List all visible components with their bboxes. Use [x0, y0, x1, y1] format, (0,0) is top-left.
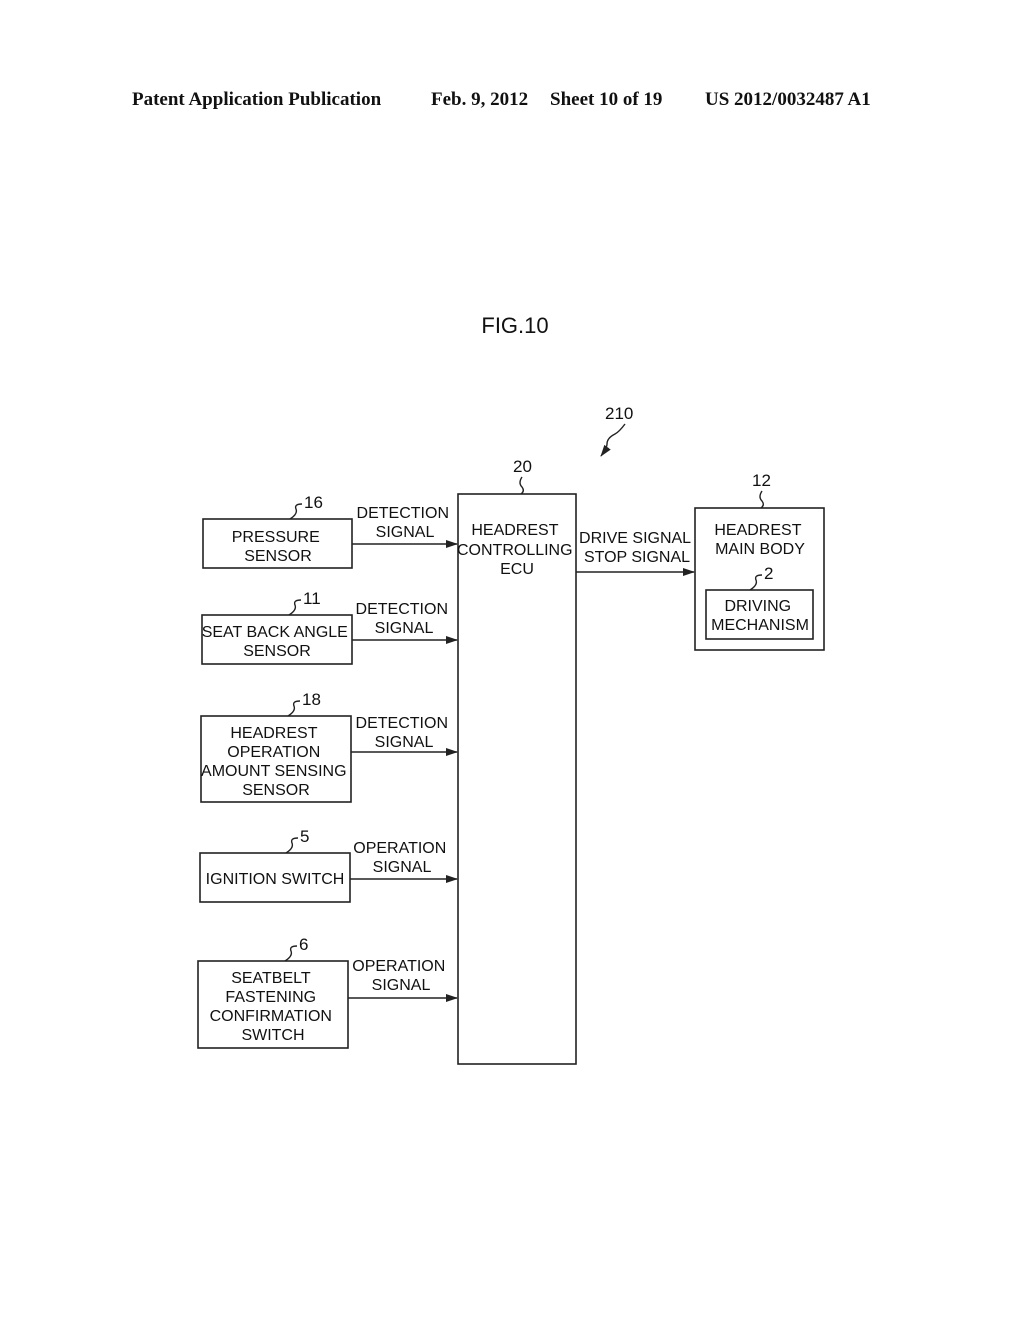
driving-mechanism-label: DRIVING MECHANISM [711, 598, 809, 634]
pressure-sensor-label: PRESSURE SENSOR [232, 529, 324, 565]
ignition-signal-label: OPERATION SIGNAL [353, 840, 451, 876]
headrest-operation-sensor-ref: 18 [302, 690, 321, 709]
ecu-block [457, 493, 577, 1065]
seatbelt-signal-label: OPERATION SIGNAL [352, 958, 450, 994]
headrest-main-body-ref: 12 [752, 471, 771, 490]
headrest-operation-sensor-leader [287, 700, 301, 717]
system-ref-label: 210 [605, 404, 633, 423]
seatbelt-switch-label: SEATBELT FASTENING CONFIRMATION SWITCH [210, 970, 337, 1044]
seat-back-signal-label: DETECTION SIGNAL [356, 601, 453, 637]
seat-back-angle-sensor-label: SEAT BACK ANGLE SENSOR [202, 624, 353, 660]
pressure-signal-label: DETECTION SIGNAL [357, 505, 454, 541]
driving-mechanism-leader [749, 574, 763, 591]
pressure-sensor-leader [289, 503, 303, 520]
seatbelt-switch-ref: 6 [299, 935, 308, 954]
ecu-leader [519, 476, 524, 495]
seat-back-angle-sensor-ref: 11 [303, 589, 321, 608]
headrest-main-body-leader [759, 490, 764, 509]
ignition-switch-leader [285, 837, 299, 854]
pressure-sensor-ref: 16 [304, 493, 323, 512]
ignition-switch-ref: 5 [300, 827, 309, 846]
ecu-label: HEADREST CONTROLLING ECU [457, 522, 577, 578]
ignition-switch-label: IGNITION SWITCH [206, 871, 345, 888]
headrest-operation-sensor-label: HEADREST OPERATION AMOUNT SENSING SENSOR [201, 725, 351, 799]
seat-back-angle-sensor-leader [288, 599, 302, 616]
block-diagram: 210 20 HEADREST CONTROLLING ECU DRIVE SI… [197, 404, 825, 1065]
drive-signal-label: DRIVE SIGNAL STOP SIGNAL [579, 530, 695, 566]
headrest-main-body-label: HEADREST MAIN BODY [714, 522, 805, 558]
system-ref-arrow [600, 423, 626, 457]
seatbelt-switch-leader [284, 945, 298, 962]
ecu-ref: 20 [513, 457, 532, 476]
headrest-operation-signal-label: DETECTION SIGNAL [356, 715, 453, 751]
driving-mechanism-ref: 2 [764, 564, 773, 583]
